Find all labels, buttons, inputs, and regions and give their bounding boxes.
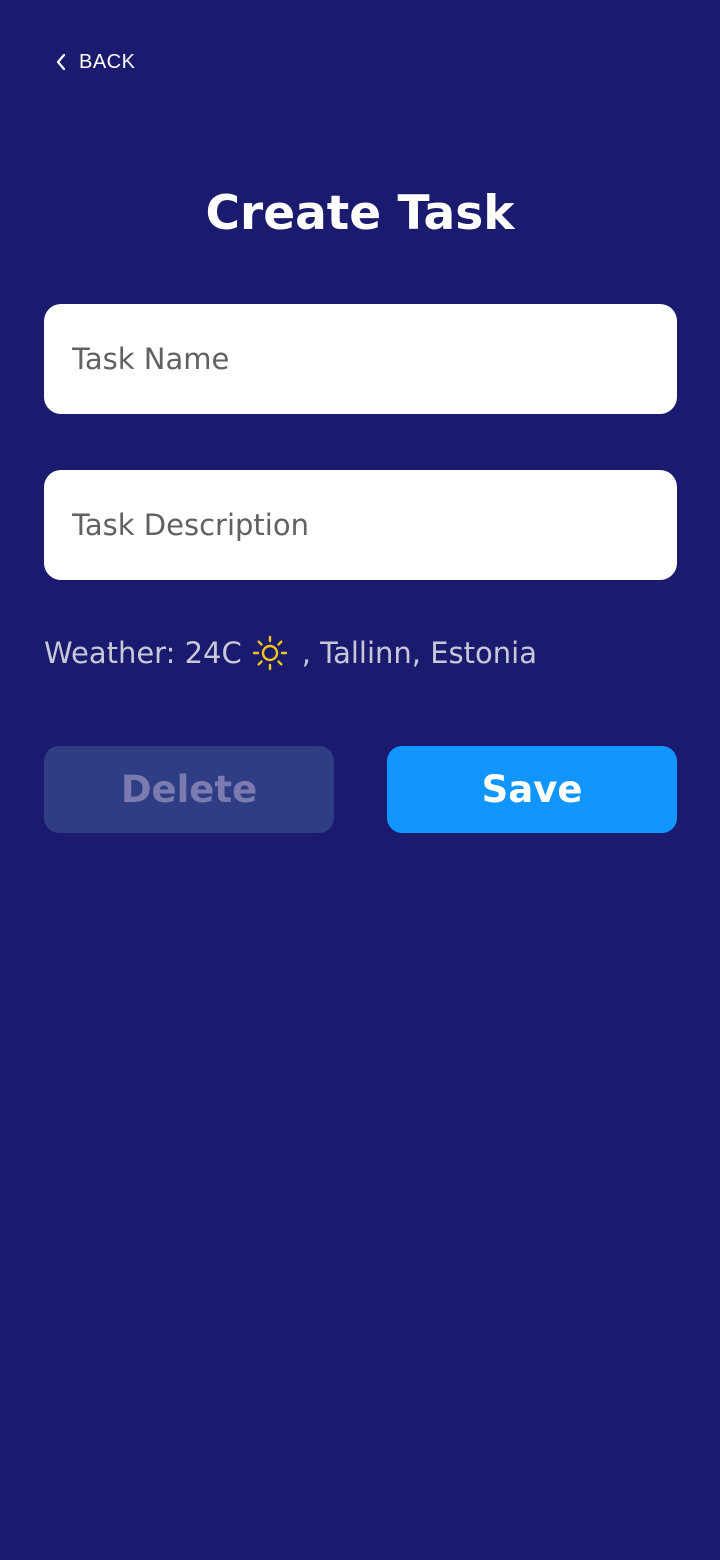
weather-location: , Tallinn, Estonia [301,636,537,670]
sun-icon [252,635,288,671]
back-button[interactable]: BACK [53,48,135,76]
weather-info: Weather: 24C , Tallinn, Estonia [44,630,537,676]
page-title: Create Task [205,186,515,241]
back-label: BACK [79,50,136,73]
task-description-input[interactable] [44,470,677,580]
delete-button[interactable]: Delete [44,746,334,833]
weather-temperature: Weather: 24C [44,636,242,670]
save-button[interactable]: Save [387,746,677,833]
chevron-left-icon [53,48,69,76]
task-name-input[interactable] [44,304,677,414]
